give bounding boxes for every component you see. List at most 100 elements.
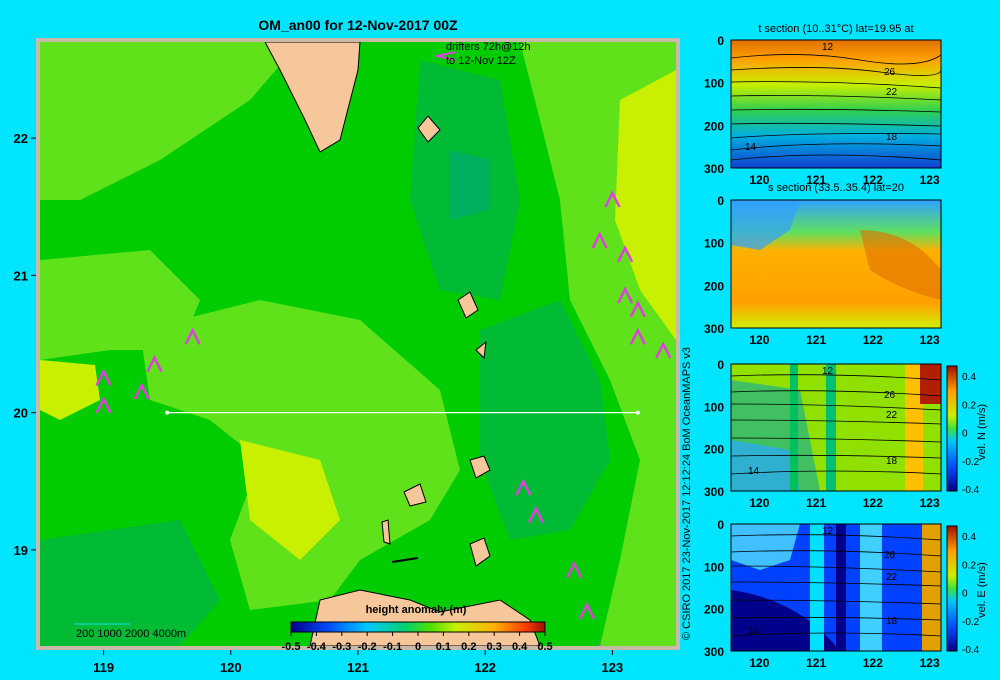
ve-section-band: [810, 524, 824, 651]
section-y-tick-label: 300: [704, 485, 724, 499]
ve-section-band: [860, 524, 882, 651]
section-x-tick-label: 123: [920, 333, 940, 347]
section-x-tick-label: 120: [749, 333, 769, 347]
map-y-tick-label: 20: [14, 406, 28, 421]
drifters-label-1: drifters 72h@12h: [446, 41, 531, 53]
map-y-axis: 19 20 21 22: [14, 131, 36, 558]
ve-contour-label: 14: [748, 626, 760, 637]
ve-section-panel: 12 26 22 18 14: [730, 523, 958, 652]
height-colorbar-tick-label: 0.1: [436, 641, 451, 653]
section-y-tick-label: 200: [704, 443, 724, 457]
map-x-tick-label: 119: [93, 660, 114, 675]
ve-colorbar-label: vel. E (m/s): [976, 562, 988, 618]
vn-section-band: [826, 364, 836, 491]
t-section-panel: 12 26 22 18 14: [730, 39, 942, 169]
height-colorbar-tick-label: 0.3: [487, 641, 502, 653]
vn-colorbar: [946, 365, 958, 492]
section-x-tick-label: 123: [920, 496, 940, 510]
section-y-tick-label: 300: [704, 322, 724, 336]
ve-contour-label: 12: [822, 526, 834, 537]
height-colorbar-gradient: [290, 621, 546, 633]
t-contour-label: 26: [884, 67, 896, 78]
ve-section-band: [836, 524, 846, 651]
map-x-tick-label: 123: [602, 660, 624, 675]
height-colorbar-tick-label: 0.2: [461, 641, 476, 653]
page-title: OM_an00 for 12-Nov-2017 00Z: [258, 17, 458, 33]
section-x-tick-label: 123: [920, 656, 940, 670]
section-x-tick-label: 121: [806, 333, 826, 347]
section-y-tick-label: 100: [704, 400, 724, 414]
height-colorbar-tick-label: -0.1: [383, 641, 402, 653]
vn-section-northward-strong: [920, 364, 941, 404]
section-colorbar-tick-label: 0.4: [962, 532, 976, 543]
t-contour-label: 18: [886, 132, 898, 143]
section-x-tick-label: 122: [863, 496, 883, 510]
section-x-tick-label: 121: [806, 656, 826, 670]
height-colorbar-tick-label: -0.2: [358, 641, 377, 653]
section-y-tick-label: 0: [717, 358, 724, 372]
section-colorbar-tick-label: -0.4: [962, 645, 980, 656]
height-colorbar-tick-label: -0.3: [332, 641, 351, 653]
depth-legend-label: 200 1000 2000 4000m: [76, 628, 186, 640]
section-x-tick-label: 120: [749, 173, 769, 187]
height-colorbar-tick-label: 0.5: [537, 641, 552, 653]
map-x-tick-label: 120: [220, 660, 242, 675]
height-colorbar-tick-label: -0.5: [282, 641, 301, 653]
section-x-tick-label: 122: [863, 173, 883, 187]
vn-contour-label: 18: [886, 456, 898, 467]
section-colorbar-tick-label: 0.2: [962, 400, 976, 411]
map-y-tick-label: 21: [14, 268, 28, 283]
ve-contour-label: 26: [884, 550, 896, 561]
section-line-start: [165, 410, 170, 415]
height-colorbar-tick-label: -0.4: [307, 641, 327, 653]
section-colorbar-tick-label: -0.4: [962, 485, 980, 496]
section-colorbar-tick-label: 0.2: [962, 560, 976, 571]
map-y-tick-label: 22: [14, 131, 28, 146]
t-contour-label: 12: [822, 42, 834, 53]
section-y-tick-label: 100: [704, 77, 724, 91]
ve-colorbar: [946, 525, 958, 652]
map-x-tick-label: 121: [347, 660, 369, 675]
section-y-tick-label: 200: [704, 279, 724, 293]
section-y-tick-label: 200: [704, 119, 724, 133]
section-y-tick-label: 0: [717, 518, 724, 532]
map-y-tick-label: 19: [14, 543, 28, 558]
section-y-tick-label: 100: [704, 237, 724, 251]
s-section-title: s section (33.5..35.4) lat=20: [768, 182, 904, 194]
section-y-tick-label: 300: [704, 645, 724, 659]
t-section-field: [731, 40, 941, 168]
section-x-tick-label: 122: [863, 333, 883, 347]
section-colorbar-tick-label: 0: [962, 429, 968, 440]
section-line-end: [635, 410, 640, 415]
section-x-tick-label: 120: [749, 656, 769, 670]
vn-colorbar-label: vel. N (m/s): [976, 404, 988, 460]
height-colorbar-tick-label: 0.4: [512, 641, 528, 653]
t-section-title: t section (10..31°C) lat=19.95 at: [758, 23, 913, 35]
t-contour-label: 14: [745, 142, 757, 153]
section-y-tick-label: 0: [717, 34, 724, 48]
section-colorbar-tick-label: 0.4: [962, 372, 976, 383]
section-x-tick-label: 121: [806, 496, 826, 510]
vn-contour-label: 22: [886, 410, 898, 421]
vn-contour-label: 14: [748, 466, 760, 477]
s-section-panel: [730, 199, 942, 329]
section-y-tick-label: 0: [717, 194, 724, 208]
section-x-tick-label: 121: [806, 173, 826, 187]
section-y-tick-label: 100: [704, 560, 724, 574]
section-x-tick-label: 120: [749, 496, 769, 510]
ve-contour-label: 18: [886, 616, 898, 627]
credit-text: © CSIRO 2017 23-Nov-2017 12:12:24 BoM Oc…: [681, 347, 693, 640]
figure-canvas: 119 120 121 122 123 19202122 OM_an00 for 12-…: [14, 17, 988, 675]
section-y-tick-label: 300: [704, 162, 724, 176]
t-contour-label: 22: [886, 87, 898, 98]
ve-section-eastward: [922, 524, 941, 651]
vn-contour-label: 12: [822, 366, 834, 377]
map-x-axis: 119 120 121 122 123: [93, 650, 623, 675]
height-colorbar-label: height anomaly (m): [366, 604, 467, 616]
map-x-tick-label: 122: [474, 660, 496, 675]
ve-contour-label: 22: [886, 572, 898, 583]
vn-section-panel: 12 26 22 18 14: [730, 363, 958, 492]
vn-contour-label: 26: [884, 390, 896, 401]
section-x-tick-label: 122: [863, 656, 883, 670]
main-map: 119 120 121 122 123 19 20 21 22: [14, 38, 680, 675]
